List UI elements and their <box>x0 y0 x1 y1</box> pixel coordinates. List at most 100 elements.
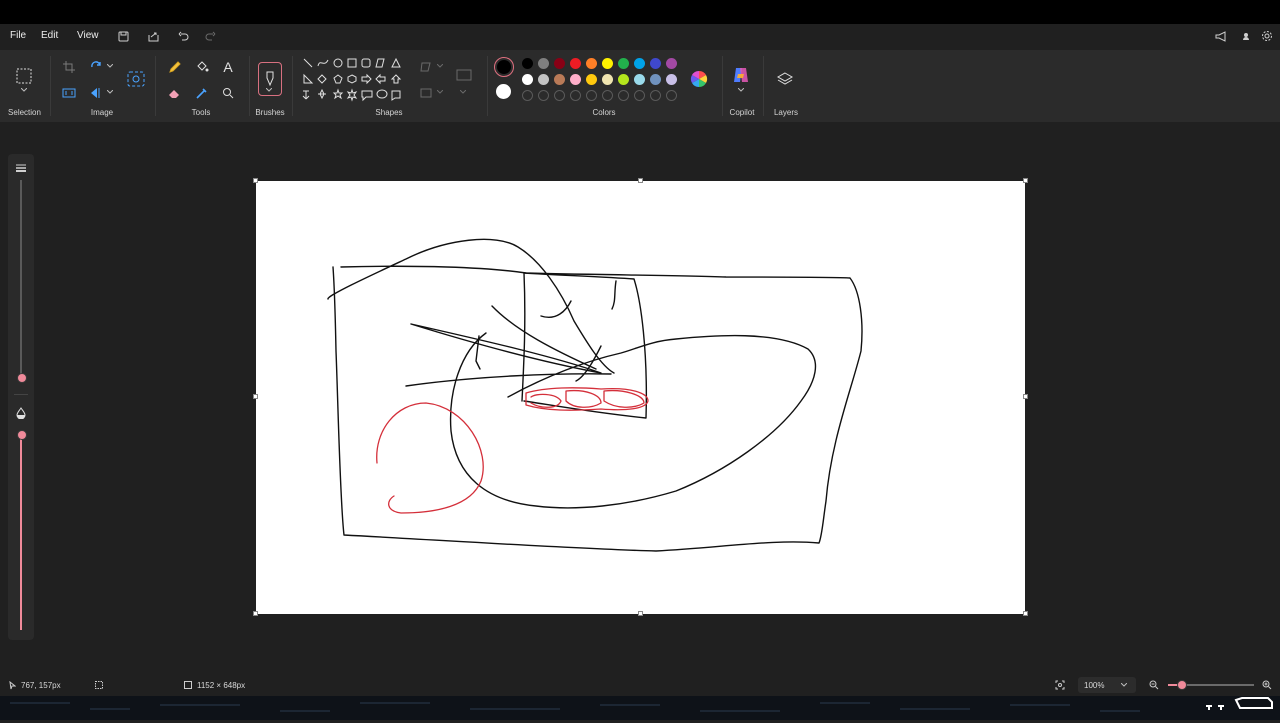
eraser-icon[interactable] <box>166 84 184 102</box>
color-swatch[interactable] <box>650 74 661 85</box>
color-swatch[interactable] <box>634 74 645 85</box>
chevron-down-icon <box>1121 683 1127 687</box>
chevron-down-icon[interactable] <box>265 86 273 94</box>
zoom-select[interactable]: 100% <box>1078 677 1136 693</box>
copilot-group-label: Copilot <box>729 108 755 117</box>
size-slider-thumb[interactable] <box>17 373 27 383</box>
size-slider-track[interactable] <box>20 180 22 376</box>
drawing-canvas[interactable] <box>256 181 1025 614</box>
share-icon[interactable] <box>146 29 160 43</box>
selection-tool[interactable] <box>15 67 33 85</box>
zoom-slider-thumb[interactable] <box>1177 680 1187 690</box>
custom-color-slot[interactable] <box>522 90 533 101</box>
custom-color-slot[interactable] <box>586 90 597 101</box>
chevron-down-icon[interactable] <box>106 62 114 70</box>
chevron-down-icon[interactable] <box>20 86 28 94</box>
custom-color-slot[interactable] <box>538 90 549 101</box>
color-swatch[interactable] <box>634 58 645 69</box>
title-strip <box>0 0 1280 24</box>
color-picker-icon[interactable] <box>193 84 211 102</box>
resize-handle[interactable] <box>1023 178 1028 183</box>
color-swatch[interactable] <box>618 58 629 69</box>
magnifier-icon[interactable] <box>219 84 237 102</box>
layers-icon[interactable] <box>776 70 794 88</box>
primary-color[interactable] <box>494 57 514 77</box>
resize-handle[interactable] <box>638 611 643 616</box>
color-swatch[interactable] <box>570 58 581 69</box>
color-swatch[interactable] <box>650 58 661 69</box>
shape-size-icon[interactable] <box>455 66 473 84</box>
secondary-color[interactable] <box>496 84 511 99</box>
pencil-icon[interactable] <box>166 58 184 76</box>
resize-handle[interactable] <box>253 611 258 616</box>
resize-handle[interactable] <box>1023 394 1028 399</box>
color-swatch[interactable] <box>522 74 533 85</box>
edit-colors-icon[interactable] <box>690 70 708 88</box>
custom-color-slot[interactable] <box>634 90 645 101</box>
color-swatch[interactable] <box>602 58 613 69</box>
ribbon-separator <box>487 56 488 116</box>
ribbon-separator <box>50 56 51 116</box>
menu-view[interactable]: View <box>77 30 99 41</box>
canvas-size: 1152 × 648px <box>197 681 246 690</box>
color-swatch[interactable] <box>618 74 629 85</box>
copilot-icon[interactable] <box>732 66 750 84</box>
save-icon[interactable] <box>116 29 130 43</box>
zoom-out-icon[interactable] <box>1148 679 1160 691</box>
fit-to-window-icon[interactable] <box>1054 679 1066 691</box>
resize-handle[interactable] <box>638 178 643 183</box>
account-icon[interactable] <box>1240 29 1252 43</box>
custom-color-slot[interactable] <box>650 90 661 101</box>
shape-fill-icon[interactable] <box>418 84 436 102</box>
color-swatch[interactable] <box>666 58 677 69</box>
image-background-icon[interactable] <box>127 70 145 88</box>
ribbon-separator <box>763 56 764 116</box>
resize-icon[interactable] <box>60 84 78 102</box>
color-swatch[interactable] <box>554 58 565 69</box>
primary-color-dot <box>497 60 511 74</box>
color-swatch[interactable] <box>538 58 549 69</box>
color-swatch[interactable] <box>570 74 581 85</box>
text-tool[interactable]: A <box>219 58 237 76</box>
color-swatch[interactable] <box>586 58 597 69</box>
rotate-icon[interactable] <box>88 58 106 76</box>
chevron-down-icon[interactable] <box>436 88 444 96</box>
chevron-down-icon[interactable] <box>436 62 444 70</box>
ribbon-separator <box>292 56 293 116</box>
flip-icon[interactable] <box>88 84 106 102</box>
undo-icon[interactable] <box>176 29 190 43</box>
ribbon-toolbar: Selection Image A Tools Brushes Shapes C… <box>0 50 1280 122</box>
custom-color-slot[interactable] <box>666 90 677 101</box>
redo-icon[interactable] <box>203 29 217 43</box>
resize-handle[interactable] <box>253 178 258 183</box>
color-swatch[interactable] <box>602 74 613 85</box>
settings-icon[interactable] <box>1260 29 1274 43</box>
chevron-down-icon[interactable] <box>737 86 745 94</box>
menu-file[interactable]: File <box>10 30 26 41</box>
shape-outline-icon[interactable] <box>418 58 436 76</box>
color-swatch[interactable] <box>666 74 677 85</box>
color-swatch[interactable] <box>586 74 597 85</box>
chevron-down-icon[interactable] <box>106 88 114 96</box>
colors-group-label: Colors <box>592 108 616 117</box>
custom-color-slot[interactable] <box>570 90 581 101</box>
chevron-down-icon[interactable] <box>459 88 467 96</box>
color-swatch[interactable] <box>554 74 565 85</box>
shapes-gallery[interactable] <box>300 56 408 104</box>
zoom-in-icon[interactable] <box>1261 679 1273 691</box>
ribbon-separator <box>722 56 723 116</box>
fill-bucket-icon[interactable] <box>193 58 211 76</box>
custom-color-slot[interactable] <box>618 90 629 101</box>
megaphone-icon[interactable] <box>1214 29 1228 43</box>
resize-handle[interactable] <box>253 394 258 399</box>
menu-edit[interactable]: Edit <box>41 30 58 41</box>
opacity-slider-track[interactable] <box>20 434 22 630</box>
crop-icon[interactable] <box>60 58 78 76</box>
resize-handle[interactable] <box>1023 611 1028 616</box>
color-swatch[interactable] <box>538 74 549 85</box>
custom-color-slot[interactable] <box>554 90 565 101</box>
opacity-slider-thumb[interactable] <box>17 430 27 440</box>
custom-color-slot[interactable] <box>602 90 613 101</box>
color-swatch[interactable] <box>522 58 533 69</box>
brush-size-icon <box>14 162 28 174</box>
